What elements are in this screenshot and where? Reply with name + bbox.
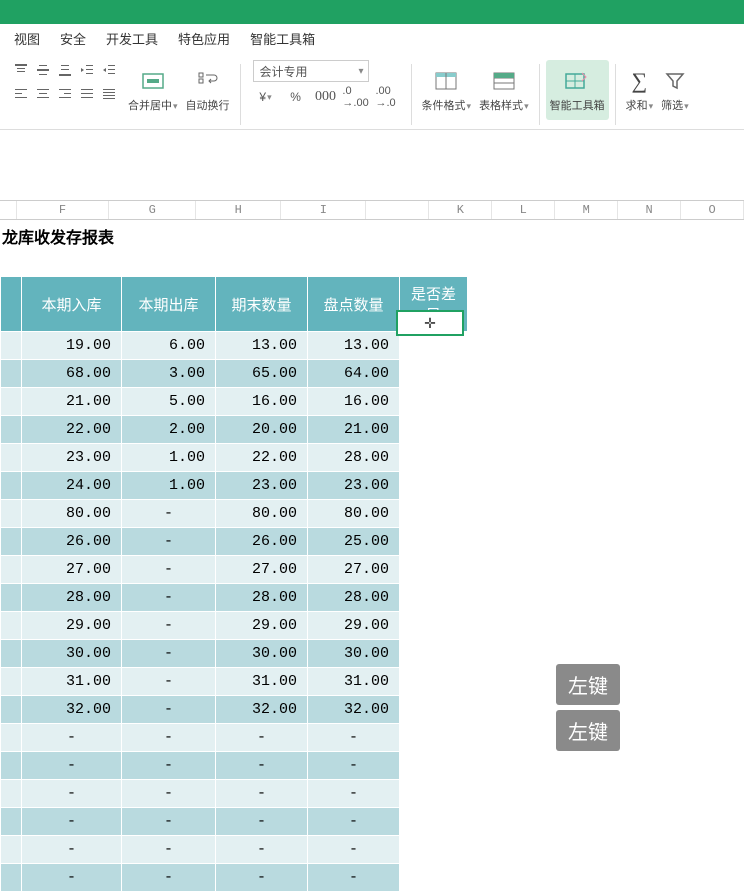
table-row[interactable]: ---- [1,864,468,892]
colhdr-G[interactable]: G [109,201,196,219]
table-row[interactable]: 26.00-26.0025.00 [1,528,468,556]
cond-format-button[interactable]: 条件格式▾ [418,60,476,120]
table-style-icon [492,70,516,92]
table-row[interactable]: 32.00-32.0032.00 [1,696,468,724]
merge-icon [141,70,165,92]
callout-leftclick-2: 左键 [556,710,620,751]
align-dist-icon[interactable] [100,84,118,104]
align-top-icon[interactable] [12,60,30,80]
table-row[interactable]: ---- [1,808,468,836]
colhdr-K[interactable]: K [429,201,492,219]
cursor-icon: ✛ [424,315,436,332]
merge-center-button[interactable]: 合并居中▾ [124,60,182,120]
table-row[interactable]: 30.00-30.0030.00 [1,640,468,668]
colhdr-F[interactable]: F [17,201,110,219]
sum-button[interactable]: ∑ 求和▾ [622,60,658,120]
menubar: 视图 安全 开发工具 特色应用 智能工具箱 [0,24,744,56]
table-row[interactable]: 80.00-80.0080.00 [1,500,468,528]
column-headers[interactable]: F G H I K L M N O [0,200,744,220]
menu-special[interactable]: 特色应用 [168,24,240,56]
sheet-title: 龙库收发存报表 [0,220,744,252]
indent-dec-icon[interactable] [78,60,96,80]
th-out: 本期出库 [122,277,216,332]
table-row[interactable]: 21.005.0016.0016.00 [1,388,468,416]
table-row[interactable]: 29.00-29.0029.00 [1,612,468,640]
smart-toolbox-button[interactable]: 智能工具箱 [546,60,609,120]
filter-button[interactable]: 筛选▾ [657,60,693,120]
table-row[interactable]: ---- [1,836,468,864]
filter-icon [664,70,686,92]
table-row[interactable]: 27.00-27.0027.00 [1,556,468,584]
table-row[interactable]: ---- [1,752,468,780]
align-bot-icon[interactable] [56,60,74,80]
menu-security[interactable]: 安全 [50,24,96,56]
table-row[interactable]: 24.001.0023.0023.00 [1,472,468,500]
th-in: 本期入库 [22,277,122,332]
percent-icon[interactable]: % [283,86,309,108]
data-table[interactable]: 本期入库 本期出库 期末数量 盘点数量 是否差异 19.006.0013.001… [0,276,468,892]
colhdr-L[interactable]: L [492,201,555,219]
align-center-icon[interactable] [34,84,52,104]
selected-cell[interactable]: ✛ [396,310,464,336]
titlebar [0,0,744,24]
align-left-icon[interactable] [12,84,30,104]
comma-icon[interactable]: 000 [313,86,339,108]
table-style-button[interactable]: 表格样式▾ [475,60,533,120]
th-partial [1,277,22,332]
table-row[interactable]: 28.00-28.0028.00 [1,584,468,612]
inc-decimal-icon[interactable]: .0→.00 [343,86,369,108]
align-group [6,60,124,129]
colhdr-M[interactable]: M [555,201,618,219]
th-end: 期末数量 [216,277,308,332]
callout-leftclick-1: 左键 [556,664,620,705]
table-row[interactable]: ---- [1,780,468,808]
align-mid-icon[interactable] [34,60,52,80]
ribbon: 合并居中▾ 自动换行 会计专用 ¥▾ % 000 .0→.00 .00→.0 条… [0,56,744,130]
dec-decimal-icon[interactable]: .00→.0 [373,86,399,108]
table-row[interactable]: 23.001.0022.0028.00 [1,444,468,472]
wrap-icon [196,70,220,92]
indent-inc-icon[interactable] [100,60,118,80]
table-row[interactable]: 31.00-31.0031.00 [1,668,468,696]
table-row[interactable]: 68.003.0065.0064.00 [1,360,468,388]
align-right-icon[interactable] [56,84,74,104]
menu-view[interactable]: 视图 [4,24,50,56]
table-row[interactable]: 22.002.0020.0021.00 [1,416,468,444]
wrap-text-button[interactable]: 自动换行 [182,60,234,120]
align-justify-icon[interactable] [78,84,96,104]
colhdr-N[interactable]: N [618,201,681,219]
number-format-combo[interactable]: 会计专用 [253,60,369,82]
colhdr-H[interactable]: H [196,201,281,219]
menu-smartbox[interactable]: 智能工具箱 [240,24,325,56]
colhdr-O[interactable]: O [681,201,744,219]
menu-devtools[interactable]: 开发工具 [96,24,168,56]
cond-format-icon [434,70,458,92]
th-count: 盘点数量 [308,277,400,332]
number-group: 会计专用 ¥▾ % 000 .0→.00 .00→.0 [247,60,405,129]
currency-icon[interactable]: ¥▾ [253,86,279,108]
colhdr-I[interactable]: I [281,201,366,219]
smart-tool-icon [564,70,590,92]
table-row[interactable]: ---- [1,724,468,752]
